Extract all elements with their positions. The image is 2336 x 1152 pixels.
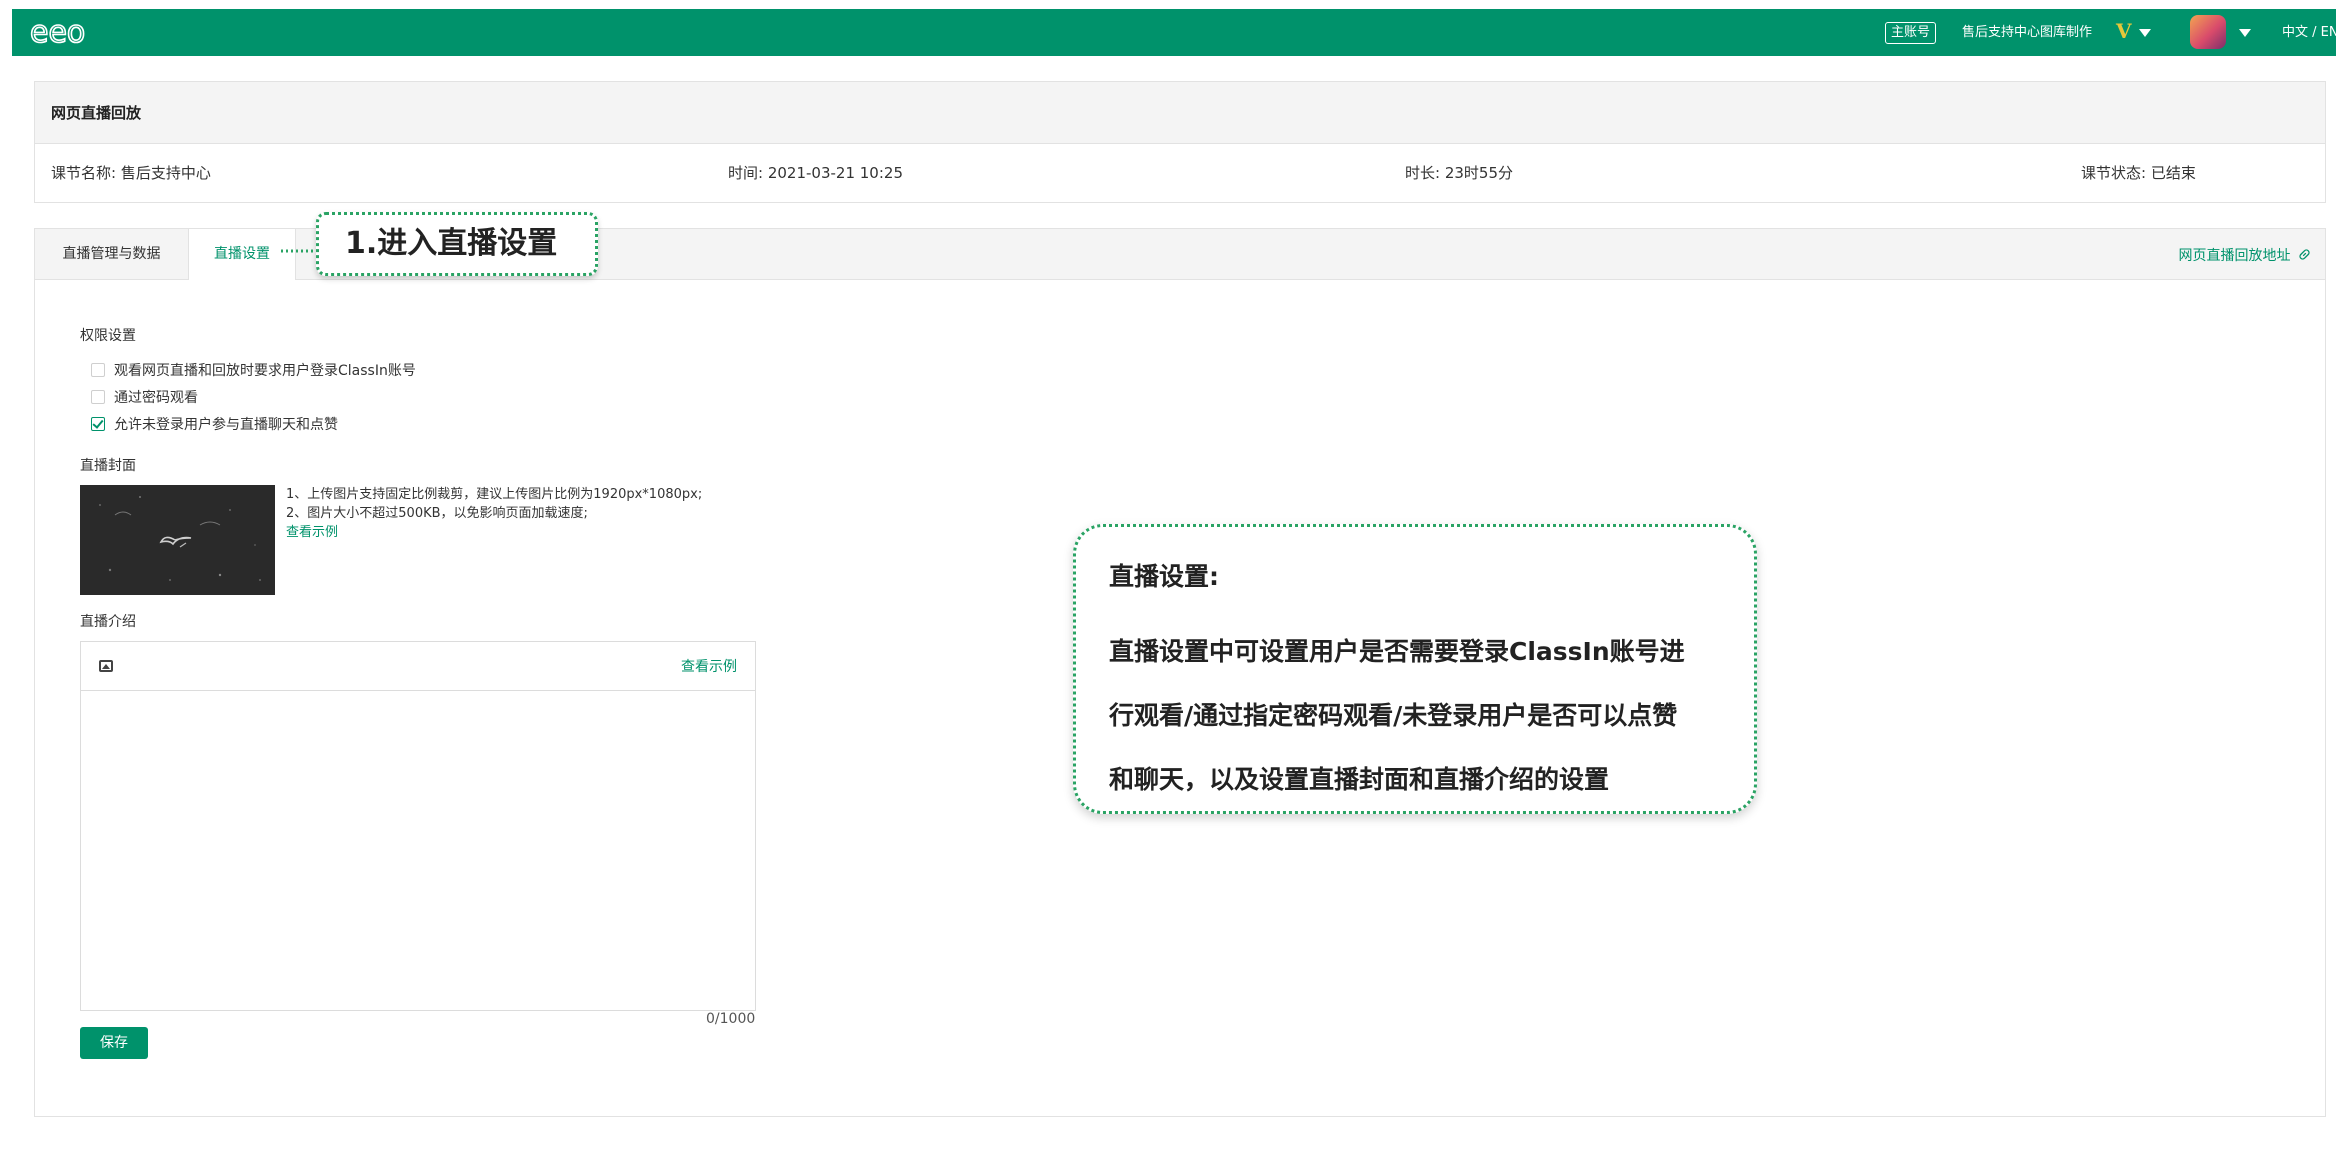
lesson-info-card: 网页直播回放 课节名称: 售后支持中心 时间: 2021-03-21 10:25…: [34, 81, 2326, 203]
page-title-bar: 网页直播回放: [35, 82, 2325, 144]
callout-line-1: 直播设置中可设置用户是否需要登录ClassIn账号进: [1109, 637, 1685, 666]
tab-live-management[interactable]: 直播管理与数据: [35, 229, 188, 279]
require-login-option[interactable]: 观看网页直播和回放时要求用户登录ClassIn账号: [91, 360, 416, 380]
lesson-duration: 时长: 23时55分: [1405, 164, 1513, 182]
password-checkbox[interactable]: [91, 390, 105, 404]
lesson-status: 课节状态: 已结束: [2081, 164, 2196, 182]
intro-text-area[interactable]: [81, 691, 755, 1009]
replay-address-link[interactable]: 网页直播回放地址: [2179, 245, 2311, 265]
eeo-logo[interactable]: eeo: [30, 19, 120, 47]
insert-image-icon[interactable]: [99, 660, 113, 672]
intro-example-link[interactable]: 查看示例: [681, 656, 737, 676]
save-button[interactable]: 保存: [80, 1027, 148, 1059]
step1-callout: 1.进入直播设置: [316, 212, 598, 276]
require-login-label: 观看网页直播和回放时要求用户登录ClassIn账号: [114, 363, 416, 379]
permission-title: 权限设置: [80, 328, 136, 344]
account-dropdown-icon[interactable]: [2139, 29, 2151, 37]
top-nav-bar: eeo 主账号 售后支持中心图库制作 V 中文 / EN: [12, 9, 2336, 56]
replay-address-label: 网页直播回放地址: [2178, 248, 2291, 264]
callout-pointer: [281, 249, 319, 253]
cover-title: 直播封面: [80, 458, 136, 474]
callout-title: 直播设置:: [1109, 562, 1219, 591]
vip-icon: V: [2116, 19, 2132, 43]
logo-text: eeo: [30, 19, 85, 47]
page-title: 网页直播回放: [51, 104, 142, 122]
allow-chat-option[interactable]: 允许未登录用户参与直播聊天和点赞: [91, 414, 338, 434]
lesson-time: 时间: 2021-03-21 10:25: [728, 164, 903, 182]
cover-note-line-2: 2、图片大小不超过500KB，以免影响页面加载速度;: [286, 506, 588, 521]
cover-example-link[interactable]: 查看示例: [286, 523, 702, 542]
tab-live-settings[interactable]: 直播设置: [188, 229, 296, 280]
language-switch[interactable]: 中文 / EN: [2282, 23, 2336, 43]
main-account-badge: 主账号: [1885, 22, 1937, 44]
editor-toolbar: 查看示例: [81, 642, 755, 691]
cover-artwork: [80, 485, 275, 595]
avatar[interactable]: [2190, 15, 2226, 49]
avatar-dropdown-icon[interactable]: [2239, 29, 2251, 37]
intro-title: 直播介绍: [80, 614, 136, 630]
callout-line-3: 和聊天，以及设置直播封面和直播介绍的设置: [1109, 765, 1610, 794]
course-name: 课节名称: 售后支持中心: [51, 164, 211, 182]
settings-description-callout: 直播设置: 直播设置中可设置用户是否需要登录ClassIn账号进 行观看/通过指…: [1073, 524, 1757, 814]
intro-editor[interactable]: 查看示例: [80, 641, 756, 1011]
require-login-checkbox[interactable]: [91, 363, 105, 377]
link-icon: [2299, 249, 2310, 260]
password-label: 通过密码观看: [114, 390, 198, 406]
callout-line-2: 行观看/通过指定密码观看/未登录用户是否可以点赞: [1109, 701, 1678, 730]
password-option[interactable]: 通过密码观看: [91, 387, 198, 407]
character-counter: 0/1000: [706, 1011, 756, 1027]
cover-upload-note: 1、上传图片支持固定比例裁剪，建议上传图片比例为1920px*1080px; 2…: [286, 485, 702, 542]
account-name[interactable]: 售后支持中心图库制作: [1962, 23, 2092, 43]
allow-chat-checkbox[interactable]: [91, 417, 105, 431]
cover-note-line-1: 1、上传图片支持固定比例裁剪，建议上传图片比例为1920px*1080px;: [286, 487, 703, 502]
cover-image[interactable]: [80, 485, 275, 595]
allow-chat-label: 允许未登录用户参与直播聊天和点赞: [114, 417, 338, 433]
